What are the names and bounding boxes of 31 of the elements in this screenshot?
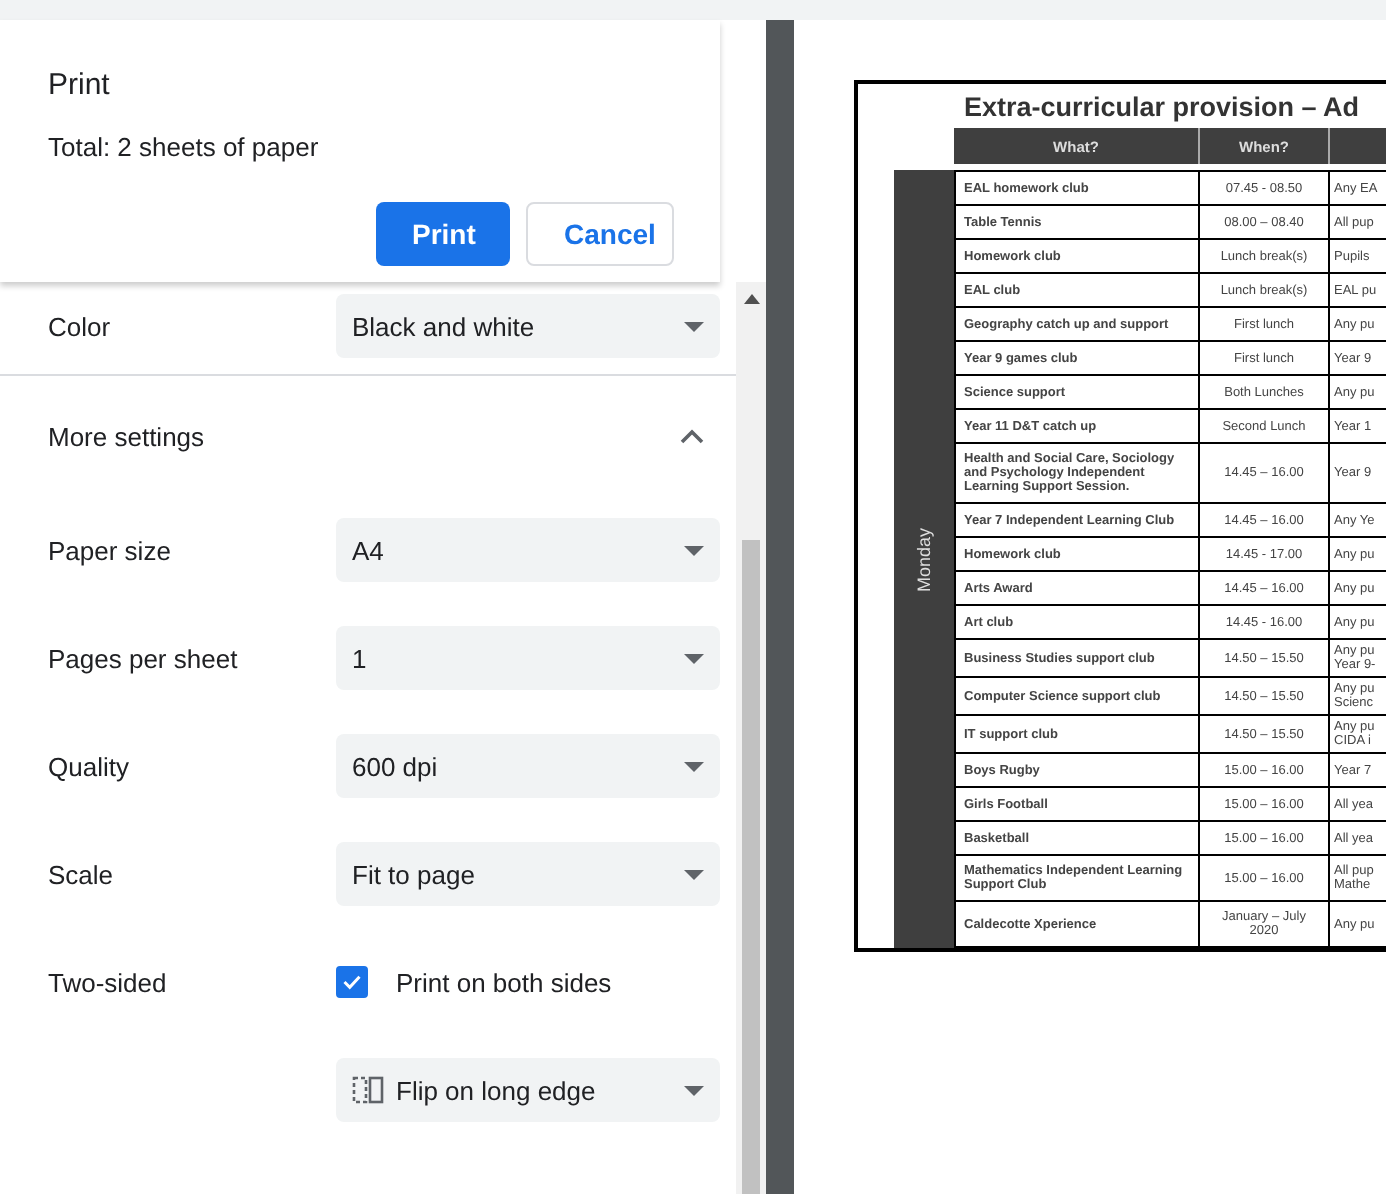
dialog-title: Print [48, 68, 112, 102]
setting-label: Scale [48, 859, 116, 889]
setting-label: More settings [48, 421, 207, 451]
dropdown[interactable]: 1 [336, 626, 720, 690]
caret-icon [684, 545, 704, 555]
scroll-up-icon[interactable] [743, 294, 759, 304]
dropdown[interactable]: A4 [336, 518, 720, 582]
day-cell: Monday [894, 170, 954, 948]
caret-icon [684, 869, 704, 879]
caret-icon [684, 1085, 704, 1095]
setting-label: Color [48, 311, 113, 341]
dropdown[interactable]: Flip on long edge [336, 1058, 720, 1122]
dropdown[interactable]: Fit to page [336, 842, 720, 906]
document-title: Extra-curricular provision – Ad [962, 92, 1362, 122]
dropdown[interactable]: 600 dpi [336, 734, 720, 798]
setting-label: Quality [48, 751, 131, 781]
cancel-button[interactable]: Cancel [526, 202, 674, 266]
caret-icon [684, 761, 704, 771]
setting-label: Pages per sheet [48, 643, 240, 673]
checkbox[interactable] [336, 966, 368, 998]
caret-icon [684, 653, 704, 663]
sheet-total: Total: 2 sheets of paper [48, 132, 321, 162]
checkbox-label: Print on both sides [396, 967, 612, 997]
dropdown[interactable]: Black and white [336, 294, 720, 358]
caret-icon [684, 321, 704, 331]
setting-label: Paper size [48, 535, 173, 565]
chevron-icon[interactable] [680, 428, 704, 444]
setting-label: Two-sided [48, 967, 169, 997]
scrollbar[interactable] [736, 282, 766, 1194]
print-button[interactable]: Print [376, 202, 510, 266]
flip-icon [352, 1076, 384, 1104]
